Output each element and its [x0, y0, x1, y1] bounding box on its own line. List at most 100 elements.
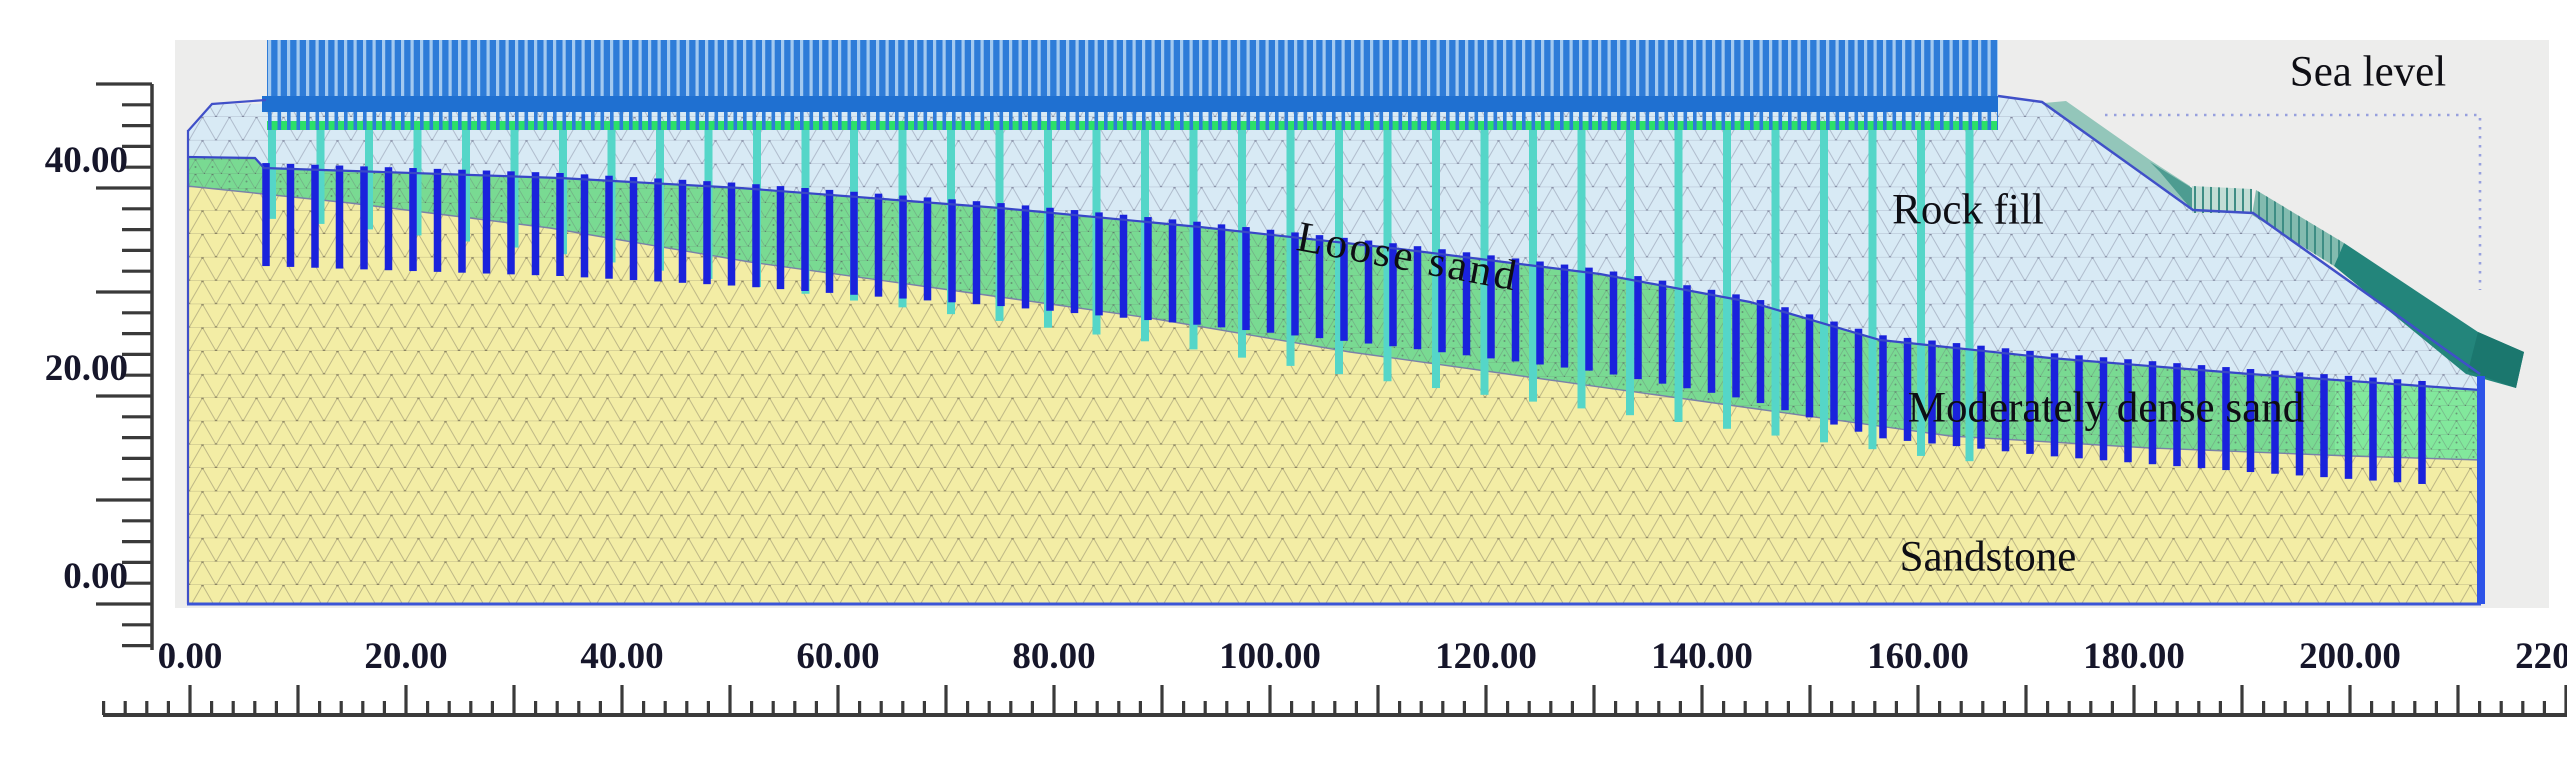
stone-column-element: [580, 174, 589, 278]
stone-column-element: [629, 177, 638, 281]
stone-column-element: [1511, 258, 1520, 362]
stone-column-element: [1315, 235, 1324, 339]
stone-column-element: [1879, 335, 1887, 439]
stone-column-element: [727, 182, 736, 286]
stone-column-element: [2124, 359, 2132, 463]
drain-element: [1771, 126, 1780, 436]
stone-column-element: [923, 197, 932, 301]
stone-column-element: [972, 201, 981, 305]
x-axis-label: 0.00: [158, 636, 223, 677]
stone-column-element: [1487, 255, 1495, 359]
stone-column-element: [2246, 369, 2255, 473]
stone-column-element: [335, 165, 344, 269]
x-axis-label: 60.00: [796, 636, 879, 677]
y-axis-label: 0.00: [63, 556, 128, 597]
x-axis-label: 120.00: [1435, 636, 1537, 677]
stone-column-element: [1021, 205, 1030, 309]
stone-column-element: [1903, 337, 1912, 441]
x-axis-label: 40.00: [580, 636, 663, 677]
stone-column-element: [678, 179, 687, 283]
stone-column-element: [850, 191, 858, 295]
stone-column-element: [2075, 355, 2083, 459]
stone-column-element: [1168, 219, 1177, 323]
drain-element: [1626, 126, 1634, 416]
x-axis-label: 140.00: [1651, 636, 1753, 677]
drain-element: [1820, 126, 1828, 443]
stone-column-element: [1683, 285, 1691, 389]
stone-column-element: [874, 193, 883, 297]
stone-column-element: [2001, 348, 2010, 452]
x-axis-label: 20.00: [364, 636, 447, 677]
stone-column-element: [1634, 276, 1642, 380]
stone-column-element: [801, 188, 809, 291]
x-axis-label: 220.00: [2515, 636, 2567, 677]
stone-column-element: [1046, 207, 1054, 311]
stone-column-element: [2148, 361, 2157, 465]
stone-column-element: [1438, 249, 1446, 353]
stone-column-element: [2320, 374, 2328, 478]
stone-column-element: [262, 163, 270, 267]
stone-column-element: [1585, 267, 1593, 371]
stone-column-element: [531, 172, 540, 276]
stone-column-element: [1095, 212, 1103, 316]
stone-column-element: [1536, 261, 1544, 365]
stone-column-element: [2344, 375, 2353, 479]
x-axis-label: 200.00: [2299, 636, 2401, 677]
drain-element: [1529, 126, 1537, 402]
x-axis-label: 100.00: [1219, 636, 1321, 677]
stone-column-element: [1658, 280, 1667, 384]
stone-column-element: [605, 175, 613, 279]
model-figure: 40.00 20.00 0.00 0.00 20.00 40.00 60.00 80.00 10…: [0, 0, 2567, 774]
drain-element: [1917, 126, 1925, 456]
stone-column-element: [1070, 210, 1079, 314]
stone-column-element: [948, 199, 956, 303]
stone-column-element: [1830, 321, 1838, 425]
y-axis-label: 20.00: [45, 348, 128, 389]
stone-column-element: [1266, 229, 1275, 333]
stone-column-element: [825, 189, 834, 293]
stone-column-element: [1854, 328, 1863, 432]
stone-column-element: [1462, 252, 1471, 356]
x-axis-label: 180.00: [2083, 636, 2185, 677]
stone-column-element: [1291, 232, 1299, 336]
stone-column-element: [1413, 246, 1422, 350]
x-axis-label: 80.00: [1012, 636, 1095, 677]
drain-element: [1723, 126, 1731, 429]
stone-column-element: [752, 184, 760, 288]
stone-column-element: [1560, 264, 1569, 368]
stone-column-element: [2099, 357, 2108, 461]
stone-column-element: [2197, 365, 2206, 469]
stone-column-element: [458, 169, 466, 273]
x-axis-label: 160.00: [1867, 636, 1969, 677]
drain-element: [1674, 126, 1683, 422]
stone-column-element: [482, 170, 491, 274]
stone-column-element: [1364, 240, 1373, 344]
stone-column-element: [1609, 271, 1618, 375]
stone-column-element: [1144, 217, 1152, 321]
stone-column-element: [899, 195, 907, 299]
stone-column-element: [2393, 379, 2402, 483]
stone-column-element: [654, 178, 662, 282]
stone-column-element: [286, 163, 295, 267]
stone-column-element: [2271, 370, 2279, 474]
y-axis-label: 40.00: [45, 140, 128, 181]
stone-column-element: [2222, 367, 2230, 471]
drain-element: [1577, 126, 1586, 409]
stone-column-element: [1781, 307, 1789, 411]
stone-column-element: [1952, 343, 1961, 447]
stone-column-element: [409, 168, 417, 272]
stone-column-element: [703, 181, 711, 285]
stone-column-element: [311, 164, 319, 268]
distributed-load-band: [267, 40, 1998, 96]
stone-column-element: [2173, 363, 2181, 467]
stone-column-element: [1340, 237, 1348, 341]
stone-column-element: [2369, 377, 2377, 481]
stone-column-element: [2418, 380, 2426, 484]
stone-column-element: [776, 186, 785, 290]
stone-column-element: [360, 166, 368, 270]
stone-column-element: [556, 173, 564, 276]
drain-element: [1868, 126, 1877, 450]
stone-column-element: [384, 167, 393, 271]
stone-column-element: [2295, 372, 2304, 476]
stone-column-element: [1389, 243, 1397, 347]
